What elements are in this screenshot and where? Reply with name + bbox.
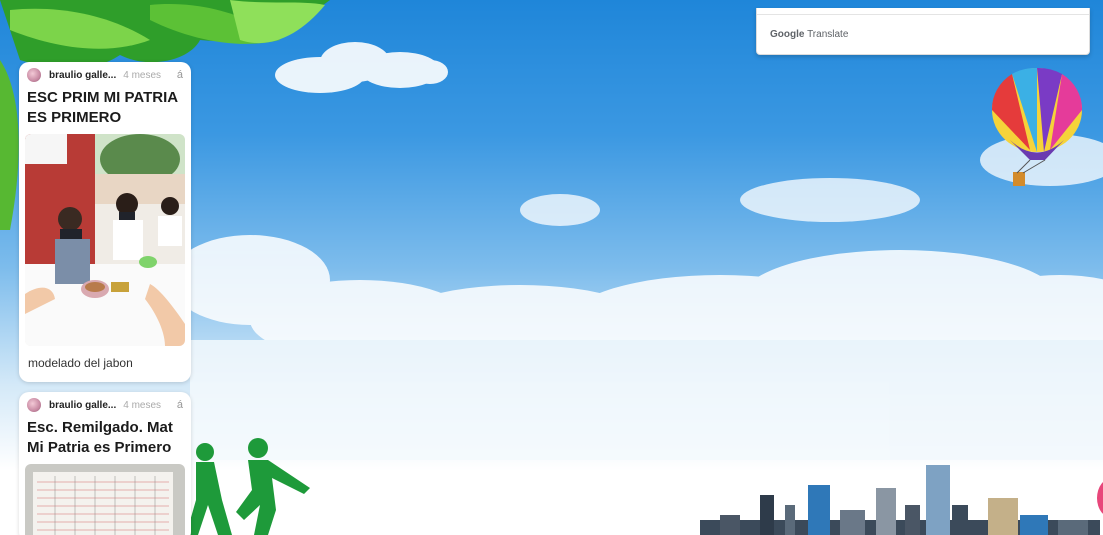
post-time: 4 meses <box>123 399 162 411</box>
post-header: braulio galle... 4 meses á <box>19 392 191 418</box>
post-time: 4 meses <box>123 69 162 81</box>
post-menu-icon[interactable]: á <box>177 69 183 81</box>
post-title: Esc. Remilgado. Mat Mi Patria es Primero <box>27 419 173 456</box>
avatar[interactable] <box>27 398 41 412</box>
translate-label: Translate <box>807 29 849 40</box>
post-card[interactable]: braulio galle... 4 meses á Esc. Remilgad… <box>19 392 191 535</box>
post-photo[interactable] <box>25 134 185 346</box>
google-translate-brand[interactable]: Google Translate <box>770 29 848 40</box>
post-caption: modelado del jabon <box>28 356 133 370</box>
divider <box>757 14 1089 15</box>
post-header: braulio galle... 4 meses á <box>19 62 191 88</box>
post-title: ESC PRIM MI PATRIA ES PRIMERO <box>27 89 178 126</box>
google-logo-text: Google <box>770 29 805 40</box>
city-skyline <box>700 465 1100 535</box>
post-author[interactable]: braulio galle... <box>49 70 116 81</box>
post-menu-icon[interactable]: á <box>177 399 183 411</box>
cloud-top <box>275 42 448 93</box>
cloud-bank <box>170 235 1103 460</box>
post-author[interactable]: braulio galle... <box>49 400 116 411</box>
post-photo[interactable] <box>25 464 185 535</box>
avatar[interactable] <box>27 68 41 82</box>
google-translate-widget[interactable]: Google Translate <box>756 8 1090 55</box>
post-card[interactable]: braulio galle... 4 meses á ESC PRIM MI P… <box>19 62 191 382</box>
